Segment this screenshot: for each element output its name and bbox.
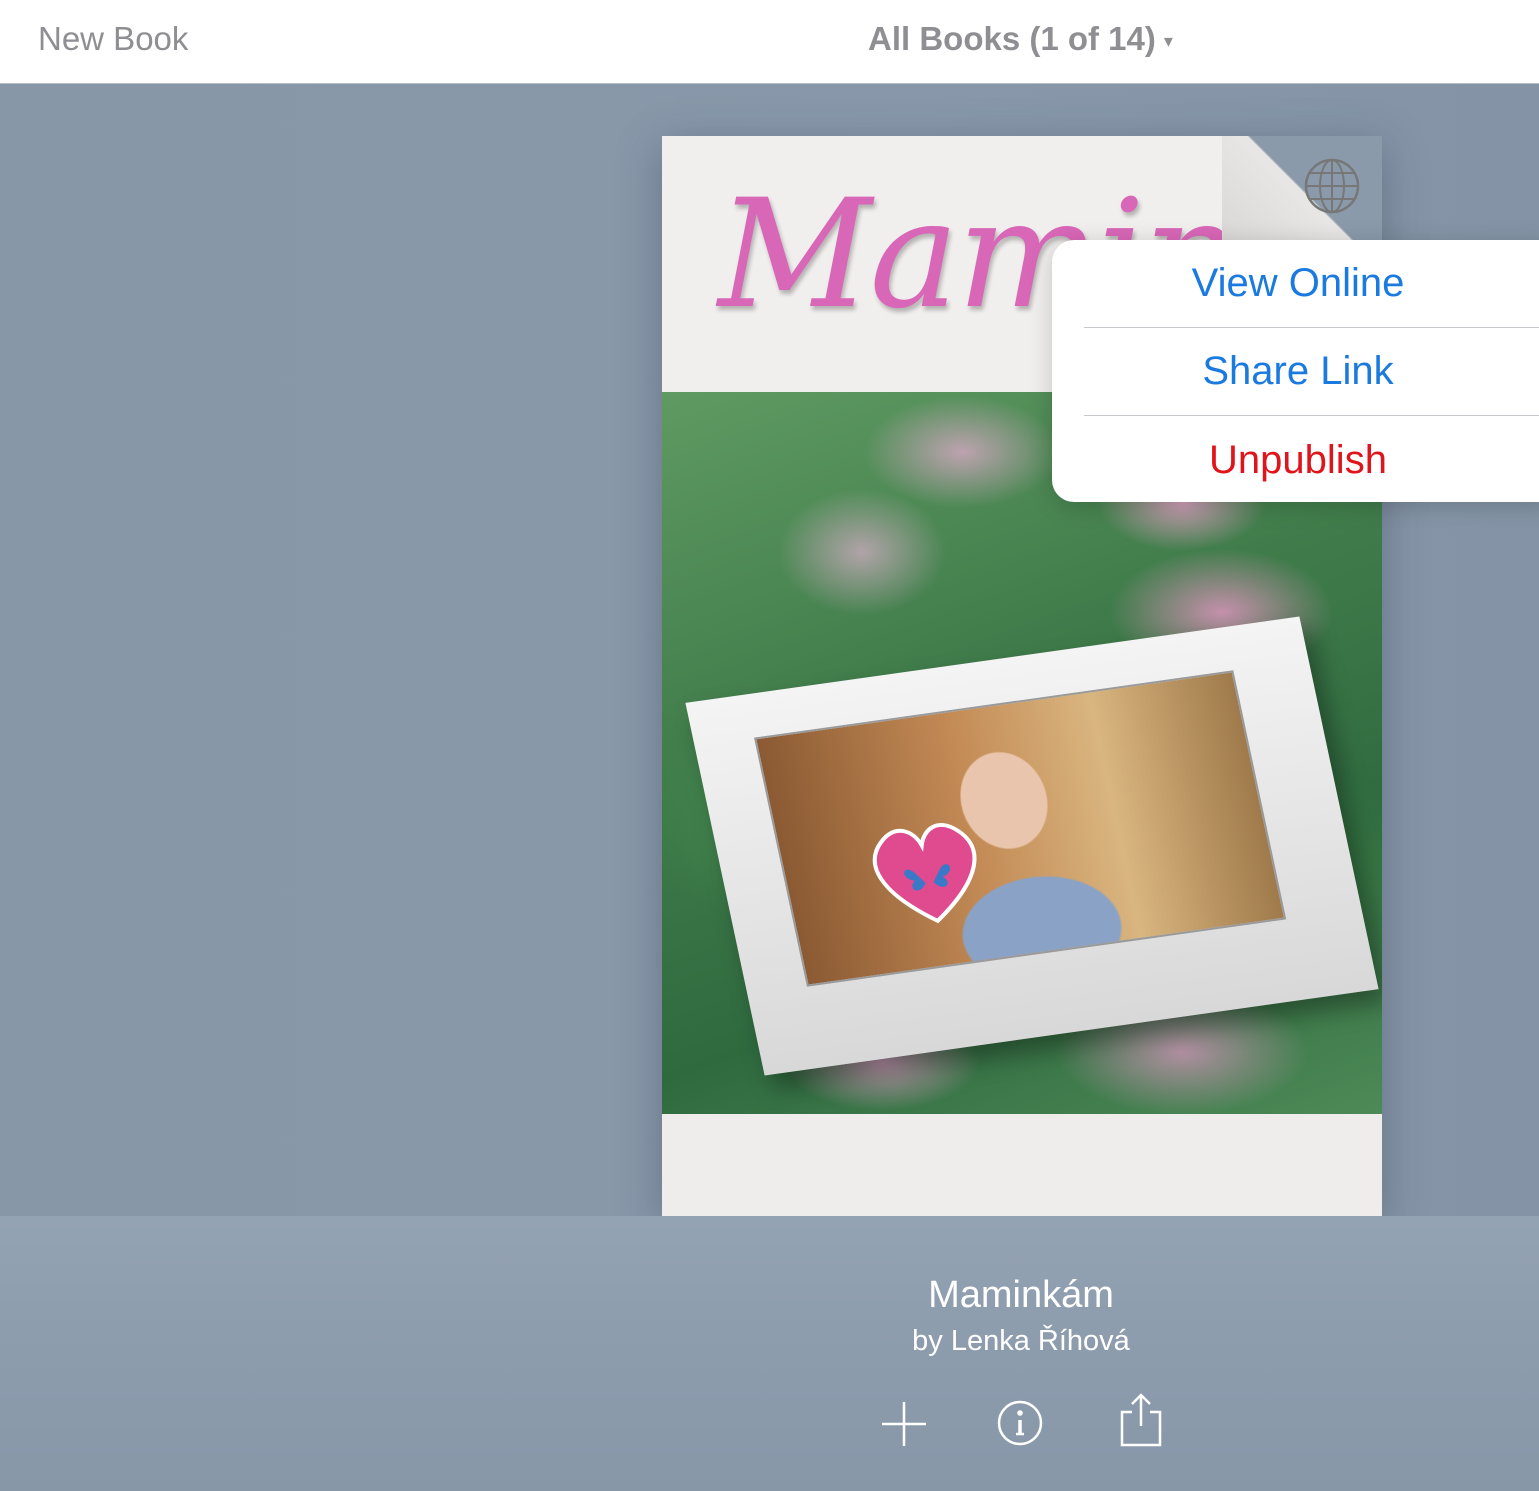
globe-icon[interactable] bbox=[1303, 157, 1361, 215]
share-link-button[interactable]: Share Link bbox=[1084, 328, 1539, 416]
top-toolbar: New Book All Books (1 of 14) ▾ bbox=[0, 0, 1539, 84]
cover-footer bbox=[662, 1114, 1382, 1216]
chevron-down-icon: ▾ bbox=[1163, 30, 1173, 51]
book-author: by Lenka Říhová bbox=[912, 1325, 1130, 1357]
plus-icon[interactable] bbox=[880, 1400, 928, 1448]
all-books-label: All Books (1 of 14) bbox=[868, 20, 1156, 57]
view-online-button[interactable]: View Online bbox=[1084, 240, 1539, 328]
cover-photo bbox=[754, 670, 1287, 987]
unpublish-button[interactable]: Unpublish bbox=[1084, 416, 1539, 504]
heart-icon bbox=[872, 823, 977, 924]
info-icon[interactable] bbox=[996, 1399, 1044, 1447]
publish-options-popover: View Online Share Link Unpublish bbox=[1052, 240, 1539, 502]
share-icon[interactable] bbox=[1118, 1392, 1164, 1448]
book-title: Maminkám bbox=[928, 1274, 1114, 1316]
new-book-button[interactable]: New Book bbox=[38, 20, 188, 58]
all-books-selector[interactable]: All Books (1 of 14) ▾ bbox=[868, 20, 1173, 58]
